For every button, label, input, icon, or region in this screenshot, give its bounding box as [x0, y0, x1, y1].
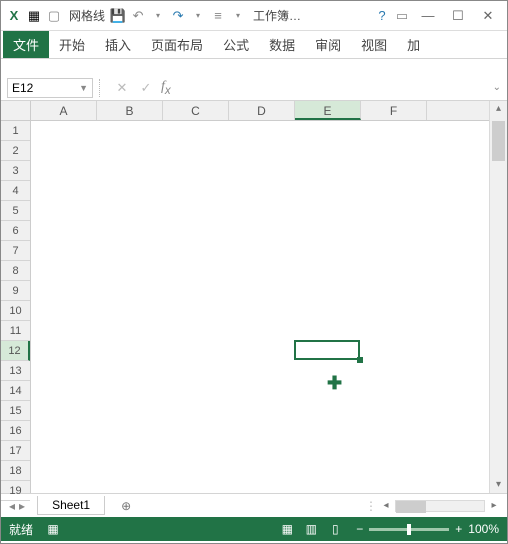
- tab-file[interactable]: 文件: [3, 31, 49, 58]
- horizontal-scrollbar[interactable]: ⋮ ◂ ▸: [365, 499, 501, 513]
- row-head[interactable]: 11: [1, 321, 30, 341]
- row-head[interactable]: 15: [1, 401, 30, 421]
- row-head[interactable]: 4: [1, 181, 30, 201]
- close-button[interactable]: ✕: [473, 5, 503, 27]
- status-ready: 就绪: [9, 521, 33, 538]
- fill-handle[interactable]: [357, 357, 363, 363]
- cells-area[interactable]: ✚: [31, 121, 489, 493]
- row-head[interactable]: 8: [1, 261, 30, 281]
- active-cell[interactable]: [294, 340, 360, 360]
- hscroll-thumb[interactable]: [396, 501, 426, 513]
- zoom-level[interactable]: 100%: [468, 522, 499, 536]
- zoom-out-button[interactable]: −: [356, 522, 363, 536]
- row-head[interactable]: 19: [1, 481, 30, 501]
- cancel-icon: ✕: [111, 78, 133, 98]
- macro-icon[interactable]: ▦: [43, 522, 63, 536]
- dropdown-icon[interactable]: ▾: [189, 7, 207, 25]
- ribbon-display-icon[interactable]: ▭: [393, 7, 411, 25]
- col-head[interactable]: C: [163, 101, 229, 120]
- enter-icon: ✓: [135, 78, 157, 98]
- scroll-right-icon[interactable]: ▸: [487, 500, 501, 511]
- spreadsheet-grid[interactable]: ABCDEF 12345678910111213141516171819 ✚ ▴…: [1, 101, 507, 493]
- row-head[interactable]: 17: [1, 441, 30, 461]
- tab-insert[interactable]: 插入: [95, 31, 141, 58]
- name-box[interactable]: E12 ▼: [7, 78, 93, 98]
- zoom-in-button[interactable]: +: [455, 522, 462, 536]
- view-page-break-button[interactable]: ▯: [324, 520, 346, 538]
- scroll-thumb[interactable]: [492, 121, 505, 161]
- tab-more[interactable]: 加: [397, 31, 430, 58]
- row-head[interactable]: 7: [1, 241, 30, 261]
- tab-formulas[interactable]: 公式: [213, 31, 259, 58]
- help-icon[interactable]: ?: [373, 7, 391, 25]
- title-bar: X ▦ ▢ 网格线 💾 ↶ ▾ ↷ ▾ ≡ ▾ 工作簿… ? ▭ — ☐ ✕: [1, 1, 507, 31]
- tab-view[interactable]: 视图: [351, 31, 397, 58]
- scroll-left-icon[interactable]: ◂: [379, 500, 393, 511]
- row-head[interactable]: 18: [1, 461, 30, 481]
- row-headers[interactable]: 12345678910111213141516171819: [1, 121, 31, 493]
- dropdown-icon[interactable]: ▾: [229, 7, 247, 25]
- row-head[interactable]: 5: [1, 201, 30, 221]
- col-head[interactable]: D: [229, 101, 295, 120]
- minimize-button[interactable]: —: [413, 5, 443, 27]
- row-head[interactable]: 2: [1, 141, 30, 161]
- tab-page-layout[interactable]: 页面布局: [141, 31, 213, 58]
- view-normal-button[interactable]: ▦: [276, 520, 298, 538]
- row-head[interactable]: 9: [1, 281, 30, 301]
- gridlines-label[interactable]: 网格线: [69, 7, 105, 24]
- gridlines-icon[interactable]: ▦: [25, 7, 43, 25]
- view-page-layout-button[interactable]: ▥: [300, 520, 322, 538]
- column-headers[interactable]: ABCDEF: [31, 101, 489, 121]
- redo-icon[interactable]: ↷: [169, 7, 187, 25]
- row-head[interactable]: 1: [1, 121, 30, 141]
- col-head[interactable]: E: [295, 101, 361, 120]
- zoom-slider[interactable]: [369, 528, 449, 531]
- scroll-up-icon[interactable]: ▴: [490, 101, 507, 117]
- expand-formula-icon[interactable]: ⌄: [493, 82, 501, 93]
- chevron-down-icon[interactable]: ▼: [79, 83, 88, 93]
- status-bar: 就绪 ▦ ▦ ▥ ▯ − + 100%: [1, 517, 507, 541]
- save-icon[interactable]: 💾: [109, 7, 127, 25]
- fill-cursor-icon: ✚: [327, 373, 342, 394]
- row-head[interactable]: 13: [1, 361, 30, 381]
- add-sheet-button[interactable]: ⊕: [115, 499, 137, 513]
- name-box-value: E12: [12, 81, 33, 95]
- row-head[interactable]: 12: [1, 341, 30, 361]
- row-head[interactable]: 3: [1, 161, 30, 181]
- row-head[interactable]: 16: [1, 421, 30, 441]
- col-head[interactable]: B: [97, 101, 163, 120]
- maximize-button[interactable]: ☐: [443, 5, 473, 27]
- excel-icon: X: [5, 7, 23, 25]
- border-icon[interactable]: ▢: [45, 7, 63, 25]
- vertical-scrollbar[interactable]: ▴ ▾: [489, 101, 507, 493]
- formula-bar: E12 ▼ ✕ ✓ fx ⌄: [1, 75, 507, 101]
- zoom-control[interactable]: − + 100%: [356, 522, 499, 536]
- tab-data[interactable]: 数据: [259, 31, 305, 58]
- dropdown-icon[interactable]: ▾: [149, 7, 167, 25]
- tab-review[interactable]: 审阅: [305, 31, 351, 58]
- select-all-button[interactable]: [1, 101, 31, 121]
- row-head[interactable]: 10: [1, 301, 30, 321]
- tab-home[interactable]: 开始: [49, 31, 95, 58]
- undo-icon[interactable]: ↶: [129, 7, 147, 25]
- row-head[interactable]: 14: [1, 381, 30, 401]
- sheet-tab-bar: ◂ ▸ Sheet1 ⊕ ⋮ ◂ ▸: [1, 493, 507, 517]
- customize-icon[interactable]: ≡: [209, 7, 227, 25]
- row-head[interactable]: 6: [1, 221, 30, 241]
- sheet-tab[interactable]: Sheet1: [37, 496, 105, 515]
- fx-icon[interactable]: fx: [161, 79, 171, 97]
- workbook-title: 工作簿…: [253, 7, 301, 24]
- col-head[interactable]: F: [361, 101, 427, 120]
- ribbon-tabs: 文件 开始 插入 页面布局 公式 数据 审阅 视图 加: [1, 31, 507, 59]
- scroll-down-icon[interactable]: ▾: [490, 477, 507, 493]
- col-head[interactable]: A: [31, 101, 97, 120]
